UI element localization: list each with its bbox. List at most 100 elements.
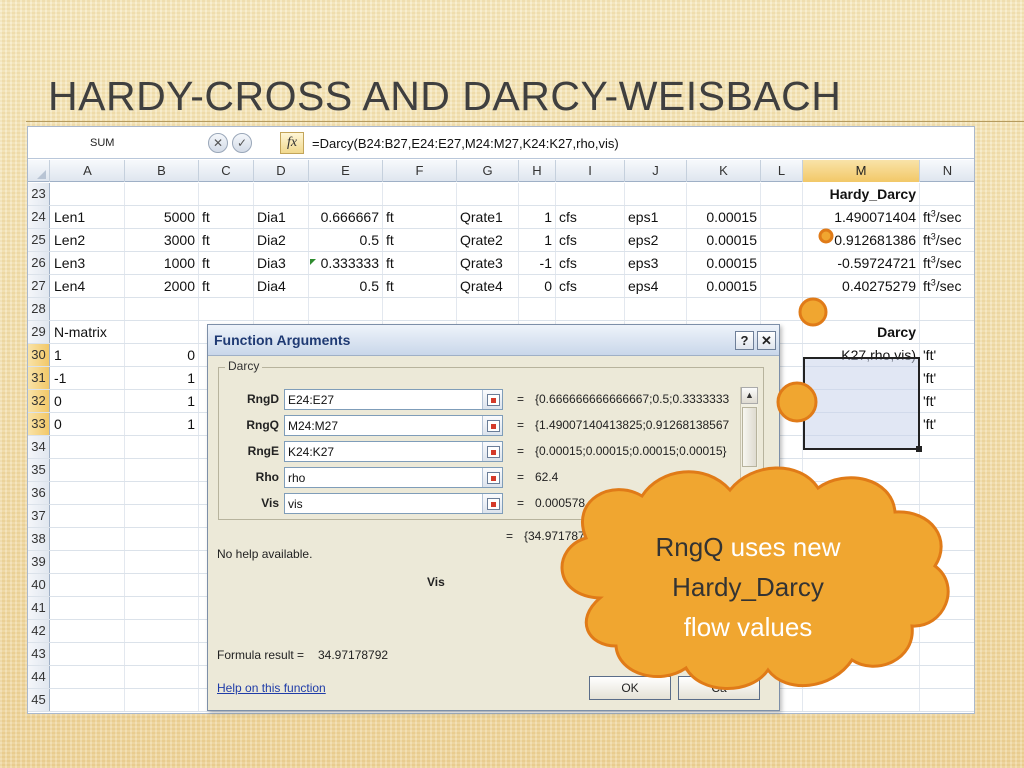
cell-g24[interactable]: Qrate1 [457,206,519,228]
cell-n38[interactable] [920,528,974,550]
cell-j26[interactable]: eps3 [625,252,687,274]
cell-c26[interactable]: ft [199,252,254,274]
cell-k26[interactable]: 0.00015 [687,252,761,274]
cell-a35[interactable] [51,459,125,481]
cell-n40[interactable] [920,574,974,596]
name-box[interactable]: SUM [56,134,206,153]
cell-i28[interactable] [556,298,625,320]
cell-n29[interactable] [920,321,974,343]
cell-b33[interactable]: 1 [125,413,199,435]
cell-k25[interactable]: 0.00015 [687,229,761,251]
cell-n39[interactable] [920,551,974,573]
formula-input[interactable]: =Darcy(B24:B27,E24:E27,M24:M27,K24:K27,r… [312,134,619,153]
cell-a25[interactable]: Len2 [51,229,125,251]
ok-button[interactable]: OK [589,676,671,700]
rngq-input[interactable] [284,415,503,436]
cell-i25[interactable]: cfs [556,229,625,251]
cell-a28[interactable] [51,298,125,320]
help-button[interactable]: ? [735,331,754,350]
cell-d28[interactable] [254,298,309,320]
cell-i23[interactable] [556,183,625,205]
cell-n30[interactable]: 'ft' [920,344,974,366]
cell-i24[interactable]: cfs [556,206,625,228]
collapse-dialog-icon[interactable] [482,390,502,409]
cell-m25[interactable]: 0.912681386 [803,229,920,251]
cell-m29[interactable]: Darcy [803,321,920,343]
cell-b31[interactable]: 1 [125,367,199,389]
cell-a23[interactable] [51,183,125,205]
cell-h27[interactable]: 0 [519,275,556,297]
column-header-l[interactable]: L [761,160,803,182]
row-header[interactable]: 27 [28,275,50,297]
cell-a27[interactable]: Len4 [51,275,125,297]
column-header-k[interactable]: K [687,160,761,182]
collapse-dialog-icon[interactable] [482,416,502,435]
cell-l27[interactable] [761,275,803,297]
dialog-titlebar[interactable]: Function Arguments ? ✕ [208,325,779,356]
cell-a36[interactable] [51,482,125,504]
cell-j27[interactable]: eps4 [625,275,687,297]
column-header-a[interactable]: A [51,160,125,182]
row-header[interactable]: 33 [28,413,50,435]
cell-b44[interactable] [125,666,199,688]
cell-n31[interactable]: 'ft' [920,367,974,389]
cell-f28[interactable] [383,298,457,320]
help-on-function-link[interactable]: Help on this function [217,681,326,695]
cell-b45[interactable] [125,689,199,711]
cell-a24[interactable]: Len1 [51,206,125,228]
row-header[interactable]: 24 [28,206,50,228]
cell-d25[interactable]: Dia2 [254,229,309,251]
row-header[interactable]: 25 [28,229,50,251]
cell-m36[interactable] [803,482,920,504]
cell-a33[interactable]: 0 [51,413,125,435]
cell-b34[interactable] [125,436,199,458]
column-header-f[interactable]: F [383,160,457,182]
cell-e25[interactable]: 0.5 [309,229,383,251]
cell-b30[interactable]: 0 [125,344,199,366]
cell-g27[interactable]: Qrate4 [457,275,519,297]
column-header-d[interactable]: D [254,160,309,182]
cell-m45[interactable] [803,689,920,711]
column-header-j[interactable]: J [625,160,687,182]
cell-j28[interactable] [625,298,687,320]
cell-n23[interactable] [920,183,974,205]
cell-i26[interactable]: cfs [556,252,625,274]
row-header[interactable]: 43 [28,643,50,665]
cell-e23[interactable] [309,183,383,205]
cell-l23[interactable] [761,183,803,205]
row-header[interactable]: 29 [28,321,50,343]
cell-a43[interactable] [51,643,125,665]
cell-b23[interactable] [125,183,199,205]
cell-n36[interactable] [920,482,974,504]
cell-l28[interactable] [761,298,803,320]
arguments-scrollbar[interactable]: ▲ [740,387,758,517]
collapse-dialog-icon[interactable] [482,468,502,487]
cell-m27[interactable]: 0.40275279 [803,275,920,297]
rngd-input[interactable] [284,389,503,410]
cell-d26[interactable]: Dia3 [254,252,309,274]
cell-e24[interactable]: 0.666667 [309,206,383,228]
cell-n32[interactable]: 'ft' [920,390,974,412]
cell-a29[interactable]: N-matrix [51,321,125,343]
cell-b41[interactable] [125,597,199,619]
row-header[interactable]: 35 [28,459,50,481]
cell-a26[interactable]: Len3 [51,252,125,274]
cell-i27[interactable]: cfs [556,275,625,297]
row-header[interactable]: 32 [28,390,50,412]
cell-m44[interactable] [803,666,920,688]
cell-n26[interactable]: ft3/sec [920,252,974,274]
cell-f23[interactable] [383,183,457,205]
row-header[interactable]: 26 [28,252,50,274]
cell-m28[interactable] [803,298,920,320]
insert-function-icon[interactable]: fx [280,132,304,154]
cell-k28[interactable] [687,298,761,320]
column-header-n[interactable]: N [920,160,974,182]
cell-j25[interactable]: eps2 [625,229,687,251]
cell-c24[interactable]: ft [199,206,254,228]
cell-n44[interactable] [920,666,974,688]
cell-a39[interactable] [51,551,125,573]
vis-input[interactable] [284,493,503,514]
cell-f27[interactable]: ft [383,275,457,297]
cell-m24[interactable]: 1.490071404 [803,206,920,228]
cell-b36[interactable] [125,482,199,504]
